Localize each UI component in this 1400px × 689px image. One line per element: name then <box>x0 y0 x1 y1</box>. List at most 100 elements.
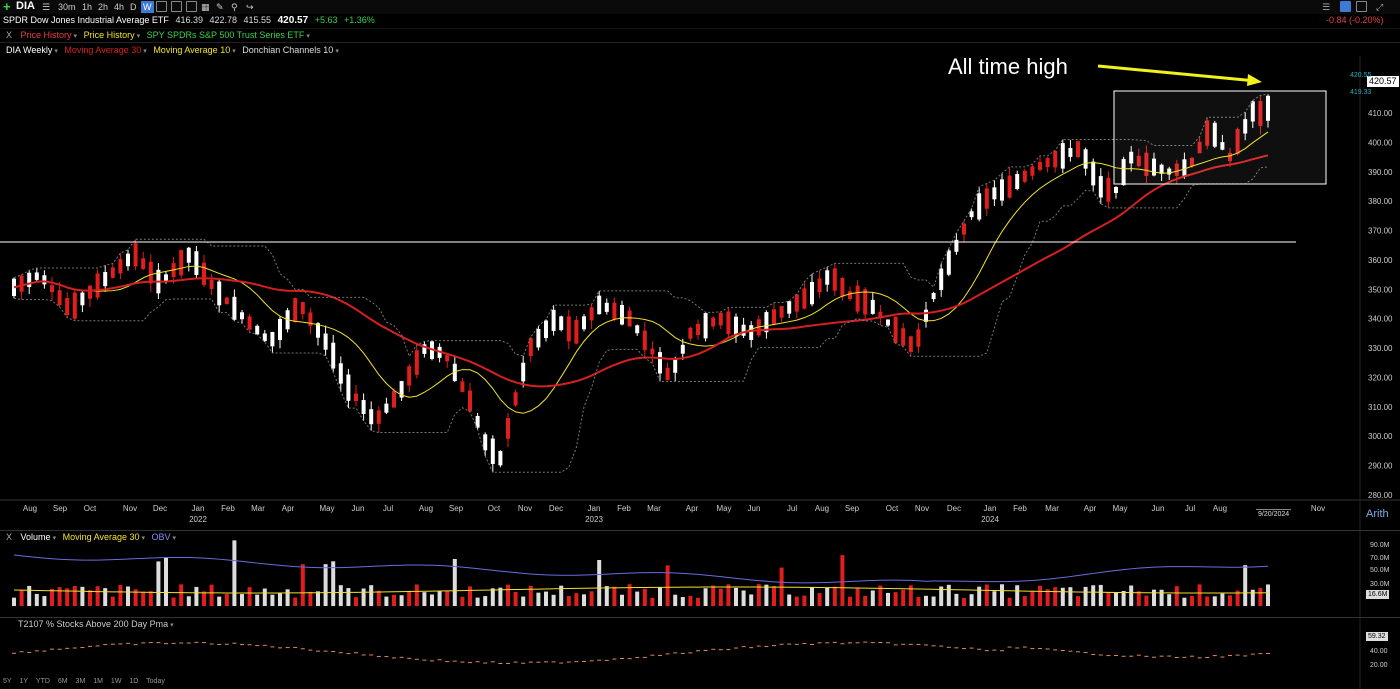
candle-body <box>209 279 214 290</box>
volume-bar <box>1091 585 1096 606</box>
candle-body <box>110 267 115 278</box>
volume-bar <box>1053 587 1058 606</box>
month-label: Feb <box>1013 504 1027 513</box>
volume-panel-plot <box>12 540 1270 606</box>
candle-body <box>148 261 153 284</box>
candle-body <box>1060 143 1065 169</box>
candle-body <box>1007 175 1012 198</box>
month-label: Jul <box>787 504 797 513</box>
candle-body <box>924 309 928 322</box>
candle-body <box>1045 157 1050 168</box>
volume-bar <box>749 594 754 606</box>
volume-bar <box>1121 590 1126 606</box>
volume-close-icon[interactable]: X <box>6 532 12 542</box>
candle-body <box>141 258 146 270</box>
volume-bar <box>817 593 822 606</box>
range-1y[interactable]: 1Y <box>20 678 29 685</box>
candle-body <box>848 291 852 300</box>
volume-bar <box>863 595 868 606</box>
volume-bar <box>810 587 814 606</box>
candle-body <box>688 327 693 339</box>
obv-label[interactable]: OBV ▾ <box>152 532 177 542</box>
month-label: Sep <box>53 504 68 513</box>
volume-bar <box>88 590 92 606</box>
chart-canvas[interactable]: 410.00 400.00 390.00 380.00 370.00 360.00 350.… <box>0 0 1400 689</box>
candle-body <box>95 273 100 298</box>
range-1m[interactable]: 1M <box>93 678 103 685</box>
volume-bar <box>901 589 906 606</box>
range-ytd[interactable]: YTD <box>36 678 50 685</box>
volume-label[interactable]: Volume ▾ <box>21 532 57 542</box>
month-label: Jan <box>588 504 601 513</box>
year-label: 2023 <box>585 515 603 524</box>
candle-body <box>703 313 708 339</box>
candle-body <box>916 329 921 347</box>
volume-bar <box>893 592 898 606</box>
volume-bar <box>832 586 837 606</box>
candle-body <box>384 403 389 413</box>
month-label: May <box>1112 504 1127 513</box>
volume-bar <box>1114 592 1118 606</box>
month-label: May <box>716 504 731 513</box>
candle-body <box>247 316 252 330</box>
volume-bar <box>711 585 716 606</box>
t2107-label[interactable]: T2107 % Stocks Above 200 Day Pma ▾ <box>18 619 174 629</box>
volume-bar <box>164 557 168 606</box>
candle-body <box>354 393 358 402</box>
candle-body <box>1030 166 1035 176</box>
annotation-text[interactable]: All time high <box>948 54 1068 80</box>
range-6m[interactable]: 6M <box>58 678 68 685</box>
volume-bar <box>840 555 845 606</box>
volume-bar <box>916 597 921 606</box>
candle-body <box>278 318 282 341</box>
candle-body <box>741 324 746 336</box>
candle-body <box>749 325 754 340</box>
volume-bar <box>384 596 389 606</box>
volume-bar <box>741 590 746 606</box>
range-today[interactable]: Today <box>146 678 165 685</box>
range-5y[interactable]: 5Y <box>3 678 12 685</box>
volume-bar <box>42 596 47 606</box>
candle-body <box>376 410 381 424</box>
time-axis: Aug Sep Oct Nov Dec Jan Feb Mar Apr May Jun Jul Aug S… <box>0 499 1400 524</box>
candle-body <box>80 292 85 306</box>
volume-bar <box>551 594 556 606</box>
candle-body <box>414 350 419 375</box>
volume-bar <box>278 592 282 606</box>
volume-bar <box>118 585 123 606</box>
month-label: Dec <box>549 504 563 513</box>
t2107-tick-2: 20.00 <box>1370 662 1388 669</box>
t2107-panel-plot <box>12 641 1270 664</box>
candle-body <box>992 187 997 200</box>
consolidation-box <box>1113 90 1327 185</box>
volume-bar <box>209 584 214 606</box>
range-1d[interactable]: 1D <box>129 678 138 685</box>
month-label: Nov <box>1311 504 1325 513</box>
month-label: Mar <box>251 504 265 513</box>
range-1w[interactable]: 1W <box>111 678 122 685</box>
range-3m[interactable]: 3M <box>76 678 86 685</box>
candle-body <box>179 249 184 276</box>
volume-ma-label[interactable]: Moving Average 30 ▾ <box>63 532 145 542</box>
volume-bar <box>1022 595 1027 606</box>
candle-body <box>665 367 670 381</box>
candle-body <box>490 438 495 464</box>
candle-body <box>680 344 685 354</box>
volume-bar <box>658 587 662 606</box>
price-tick-label: 330.00 <box>1368 344 1393 353</box>
volume-bar <box>962 597 966 606</box>
candle-body <box>886 319 890 326</box>
month-label: Jun <box>748 504 761 513</box>
volume-bar <box>72 586 77 606</box>
volume-bar <box>430 594 434 606</box>
candle-body <box>559 316 564 331</box>
candle-body <box>597 295 602 315</box>
candle-body <box>1038 161 1042 170</box>
month-label: Nov <box>518 504 532 513</box>
candle-body <box>300 302 305 315</box>
month-label: Jul <box>1185 504 1195 513</box>
volume-bar <box>1144 595 1149 606</box>
candle-body <box>34 272 39 280</box>
volume-bar <box>12 597 16 606</box>
scale-toggle[interactable]: Arith <box>1366 508 1389 520</box>
